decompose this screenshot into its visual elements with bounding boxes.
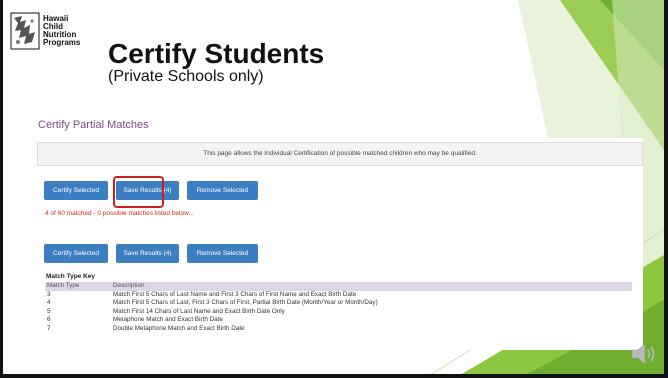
hawaii-islands-icon bbox=[10, 12, 40, 50]
description-cell: Double Metaphone Match and Exact Birth D… bbox=[113, 324, 245, 332]
match-type-cell: 5 bbox=[47, 307, 51, 315]
match-type-cell: 4 bbox=[47, 299, 51, 307]
match-type-cell: 7 bbox=[47, 324, 51, 332]
frame-border-right bbox=[664, 0, 668, 378]
match-type-cell: 3 bbox=[47, 290, 51, 298]
frame-border-bottom bbox=[0, 374, 668, 378]
match-status-message: 4 of 60 matched - 0 possible matches lis… bbox=[45, 210, 194, 217]
match-type-key-title: Match Type Key bbox=[46, 273, 96, 280]
column-header: Match Type bbox=[47, 282, 80, 289]
description-cell: Match First 14 Chars of Last Name and Ex… bbox=[113, 307, 285, 315]
description-cell: Match First 5 Chars of Last Name and Fir… bbox=[113, 290, 357, 298]
table-header-row: Match Type Description bbox=[45, 282, 632, 291]
certify-selected-button-bottom[interactable]: Certify Selected bbox=[44, 244, 108, 263]
column-header: Description bbox=[113, 282, 145, 289]
table-row: 7 Double Metaphone Match and Exact Birth… bbox=[45, 325, 632, 334]
remove-selected-button-bottom[interactable]: Remove Selected bbox=[187, 244, 258, 263]
info-bar: This page allows the Individual Certific… bbox=[37, 142, 643, 166]
slide-frame: Hawaii Child Nutrition Programs Certify … bbox=[0, 0, 668, 378]
table-row: 3 Match First 5 Chars of Last Name and F… bbox=[45, 291, 632, 300]
match-type-cell: 6 bbox=[47, 316, 51, 324]
table-row: 5 Match First 14 Chars of Last Name and … bbox=[45, 308, 632, 317]
section-title: Certify Partial Matches bbox=[38, 119, 149, 131]
logo-line: Programs bbox=[43, 38, 81, 47]
table-row: 4 Match First 5 Chars of Last, First 3 C… bbox=[45, 299, 632, 308]
slide-subtitle: (Private Schools only) bbox=[108, 68, 264, 85]
description-cell: Metaphone Match and Exact Birth Date bbox=[113, 316, 223, 324]
match-type-table: Match Type Description 3 Match First 5 C… bbox=[45, 282, 632, 334]
remove-selected-button[interactable]: Remove Selected bbox=[187, 181, 258, 200]
hcnp-logo: Hawaii Child Nutrition Programs bbox=[10, 12, 96, 56]
logo-text: Hawaii Child Nutrition Programs bbox=[43, 15, 80, 47]
description-cell: Match First 5 Chars of Last, First 3 Cha… bbox=[113, 299, 378, 307]
certify-selected-button[interactable]: Certify Selected bbox=[44, 181, 108, 200]
frame-border-left bbox=[0, 0, 3, 378]
slide-title: Certify Students bbox=[108, 38, 325, 69]
save-results-highlight bbox=[113, 176, 164, 208]
save-results-button-bottom[interactable]: Save Results (4) bbox=[116, 244, 179, 263]
table-row: 6 Metaphone Match and Exact Birth Date bbox=[45, 316, 632, 325]
speaker-icon[interactable] bbox=[630, 341, 658, 367]
